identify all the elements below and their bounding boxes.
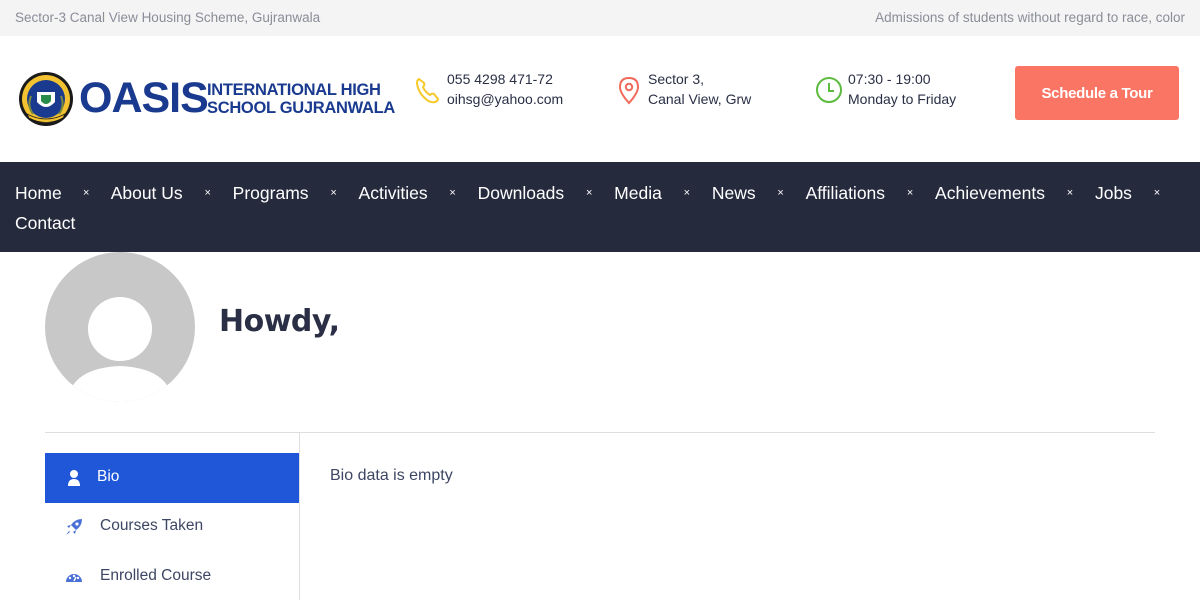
hours-time: 07:30 - 19:00 — [848, 71, 931, 87]
nav-separator: × — [585, 187, 593, 199]
nav-item-home[interactable]: Home — [15, 181, 62, 205]
sidebar-item-enrolled-course[interactable]: Enrolled Course — [45, 552, 299, 600]
contact-hours-block: 07:30 - 19:00 Monday to Friday — [815, 69, 1005, 109]
nav-separator: × — [449, 187, 456, 199]
nav-separator: × — [1066, 187, 1074, 199]
greeting-heading: Howdy, — [219, 304, 340, 339]
sidebar-item-courses-taken[interactable]: Courses Taken — [45, 502, 299, 552]
nav-separator: × — [906, 187, 914, 199]
nav-separator: × — [330, 187, 337, 199]
main-navigation: Home × About Us × Programs × Activities × Downlo… — [0, 162, 1200, 252]
address-line-1: Sector 3, — [648, 71, 705, 87]
nav-item-activities[interactable]: Activities — [359, 181, 428, 205]
logo-subtitle-line2: SCHOOL GUJRANWALA — [207, 99, 396, 117]
logo-subtitle-line1: INTERNATIONAL HIGH — [207, 81, 381, 99]
nav-row: Contact — [15, 211, 75, 235]
nav-item-media[interactable]: Media — [614, 181, 662, 205]
schedule-tour-button[interactable]: Schedule a Tour — [1015, 66, 1179, 120]
site-header: OASIS INTERNATIONAL HIGH SCHOOL GUJRANWA… — [0, 36, 1200, 162]
sidebar-item-label: Courses Taken — [100, 517, 204, 534]
phone-number[interactable]: 055 4298 471-72 — [447, 71, 553, 87]
nav-separator: × — [1153, 187, 1161, 199]
nav-item-jobs[interactable]: Jobs — [1095, 181, 1132, 205]
top-address-text: Sector-3 Canal View Housing Scheme, Gujr… — [15, 10, 321, 25]
rocket-icon — [66, 519, 82, 535]
sidebar-divider — [299, 433, 300, 600]
clock-icon — [816, 77, 842, 103]
sidebar-item-bio[interactable]: Bio — [45, 453, 299, 503]
school-seal-icon — [19, 72, 73, 126]
address-line-2: Canal View, Grw — [648, 91, 752, 107]
nav-item-contact[interactable]: Contact — [15, 211, 75, 235]
school-logo[interactable]: OASIS INTERNATIONAL HIGH SCHOOL GUJRANWA… — [17, 70, 395, 128]
top-info-bar: Sector-3 Canal View Housing Scheme, Gujr… — [0, 0, 1200, 36]
nav-separator: × — [204, 187, 211, 199]
nav-row: Home × About Us × Programs × Activities × Downlo… — [15, 181, 1182, 205]
default-avatar-icon — [67, 297, 173, 402]
logo-brand-text: OASIS — [79, 74, 209, 122]
nav-separator: × — [683, 187, 691, 199]
user-avatar — [45, 252, 195, 402]
nav-item-news[interactable]: News — [712, 181, 756, 205]
map-pin-icon — [618, 76, 640, 105]
email-address[interactable]: oihsg@yahoo.com — [447, 91, 563, 107]
sidebar-item-label: Bio — [97, 468, 120, 485]
contact-address-block: Sector 3, Canal View, Grw — [615, 69, 805, 109]
nav-item-affiliations[interactable]: Affiliations — [806, 181, 885, 205]
top-admissions-notice: Admissions of students without regard to… — [875, 10, 1185, 25]
contact-phone-block: 055 4298 471-72 oihsg@yahoo.com — [414, 69, 604, 109]
hours-days: Monday to Friday — [848, 91, 957, 107]
nav-item-achievements[interactable]: Achievements — [935, 181, 1045, 205]
bio-empty-message: Bio data is empty — [330, 467, 453, 484]
section-divider — [45, 432, 1155, 433]
nav-item-programs[interactable]: Programs — [233, 181, 309, 205]
dashboard-icon — [66, 574, 82, 582]
user-icon — [68, 470, 80, 486]
nav-item-about-us[interactable]: About Us — [111, 181, 183, 205]
sidebar-item-label: Enrolled Course — [100, 567, 212, 584]
logo-subtitle: INTERNATIONAL HIGH SCHOOL GUJRANWALA — [207, 81, 395, 117]
nav-separator: × — [82, 187, 90, 199]
nav-item-downloads[interactable]: Downloads — [478, 181, 565, 205]
nav-separator: × — [777, 187, 784, 199]
phone-icon — [416, 78, 439, 104]
